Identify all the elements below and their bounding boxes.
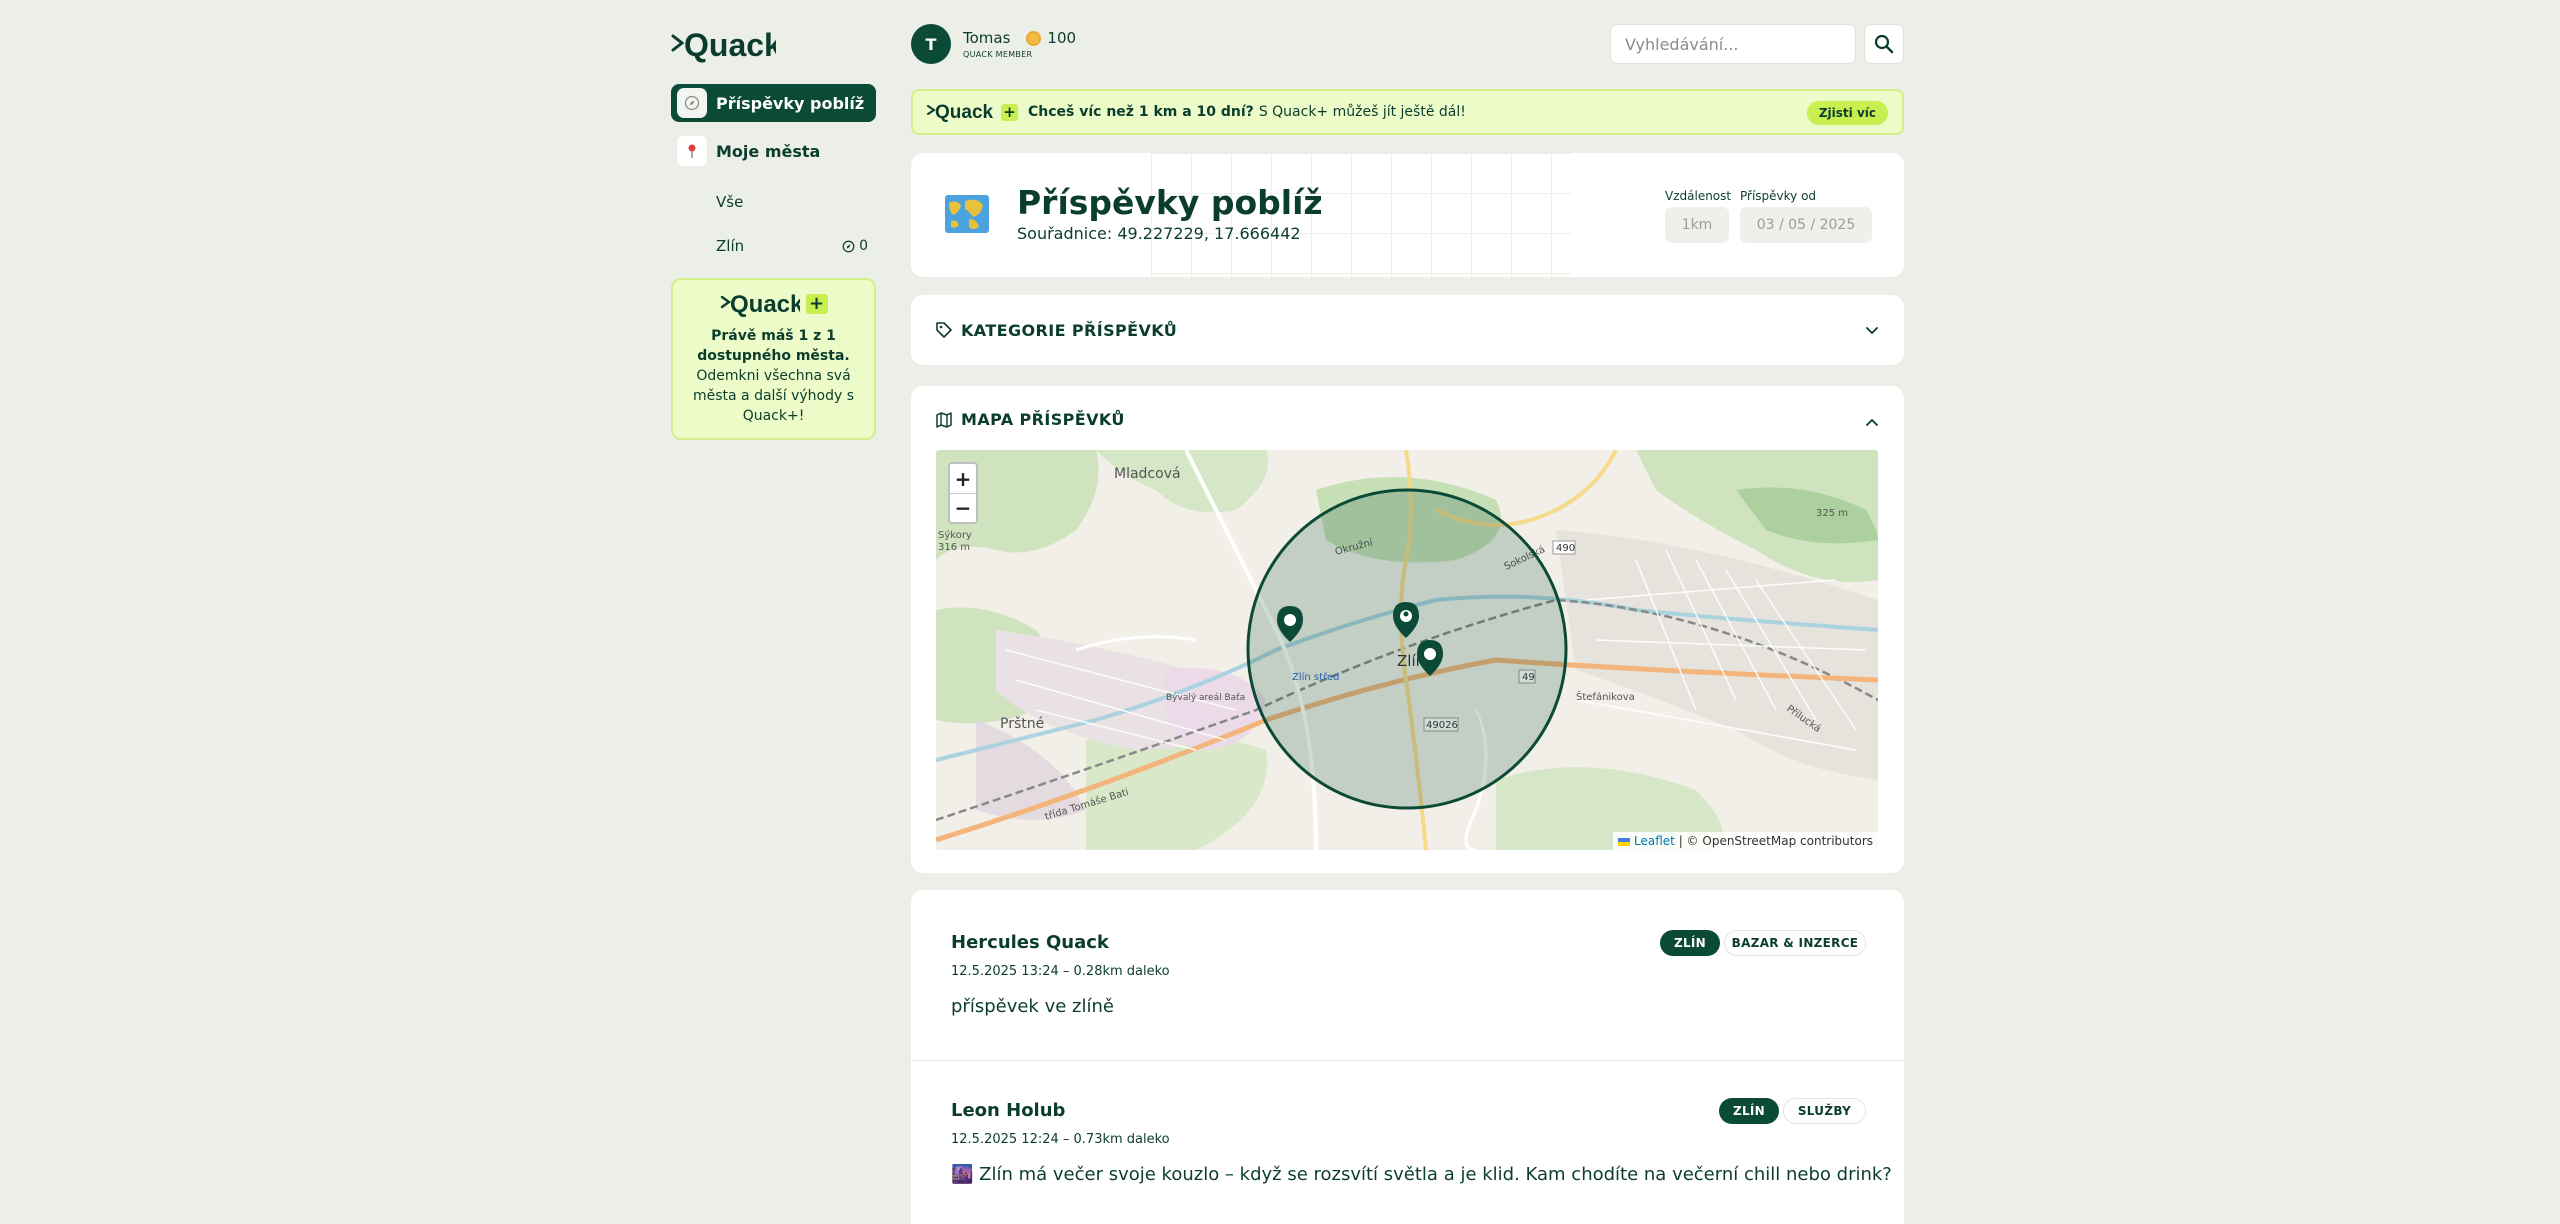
- world-map-icon: [945, 195, 989, 233]
- map-title: MAPA PŘÍSPĚVKŮ: [961, 410, 1125, 429]
- sidebar-subitem-label: Vše: [716, 193, 744, 211]
- map-icon: [936, 411, 952, 428]
- date-label: Příspěvky od: [1740, 189, 1817, 203]
- zoom-out-button[interactable]: −: [950, 493, 976, 522]
- user-profile[interactable]: T Tomas 100 QUACK MEMBER: [911, 24, 1076, 64]
- sidebar-nav: Příspěvky poblíž Moje města Vše Zlín 0: [671, 84, 876, 268]
- chevron-up-icon[interactable]: [1864, 415, 1880, 431]
- quack-logo-mark: Quack: [671, 27, 776, 63]
- compass-small-icon: [842, 240, 855, 252]
- city-tag[interactable]: ZLÍN: [1719, 1098, 1779, 1124]
- user-name: Tomas: [963, 29, 1011, 47]
- avatar[interactable]: T: [911, 24, 951, 64]
- categories-accordion[interactable]: KATEGORIE PŘÍSPĚVKŮ: [911, 295, 1904, 365]
- tag-icon: [936, 322, 952, 338]
- post-meta: 12.5.2025 13:24 – 0.28km daleko: [951, 964, 1170, 979]
- nearby-posts-header-card: Příspěvky poblíž Souřadnice: 49.227229, …: [911, 153, 1904, 277]
- pin-icon: [677, 136, 707, 166]
- post-meta: 12.5.2025 12:24 – 0.73km daleko: [951, 1132, 1170, 1147]
- coordinates: Souřadnice: 49.227229, 17.666442: [1017, 224, 1301, 243]
- plus-badge: +: [1001, 103, 1018, 121]
- posts-map-card: MAPA PŘÍSPĚVKŮ Mladcová Sýkory 316 m Prš…: [911, 386, 1904, 873]
- map-label-bata: Bývalý areál Baťa: [1166, 693, 1245, 703]
- quack-plus-banner: Quack + Chceš víc než 1 km a 10 dní? S Q…: [911, 89, 1904, 135]
- map-label-alt325: 325 m: [1816, 508, 1848, 519]
- promo-text: Odemkni všechna svá města a další výhody…: [692, 368, 854, 424]
- post-author[interactable]: Hercules Quack: [951, 932, 1109, 953]
- map-label-sykory: Sýkory: [938, 529, 972, 541]
- quack-logo[interactable]: Quack: [670, 26, 776, 66]
- ukraine-flag-icon: [1618, 837, 1631, 846]
- search-icon: [1874, 34, 1894, 54]
- map-label-stefanikova: Štefánikova: [1576, 690, 1635, 703]
- posts-map[interactable]: Mladcová Sýkory 316 m Prštné Bývalý areá…: [936, 450, 1878, 850]
- zoom-control: + −: [948, 462, 978, 524]
- post-item[interactable]: Leon Holub 12.5.2025 12:24 – 0.73km dale…: [911, 1060, 1904, 1224]
- post-text: příspěvek ve zlíně: [951, 996, 1114, 1017]
- post-author[interactable]: Leon Holub: [951, 1100, 1065, 1121]
- map-attribution: Leaflet | © OpenStreetMap contributors: [1613, 832, 1878, 850]
- category-tag[interactable]: SLUŽBY: [1783, 1098, 1866, 1124]
- map-label-mladcova: Mladcová: [1114, 466, 1181, 482]
- date-field[interactable]: 03 / 05 / 2025: [1740, 207, 1872, 243]
- post-count-value: 0: [859, 238, 868, 254]
- post-count: 0: [842, 238, 868, 254]
- quack-plus-logo: Quack +: [927, 101, 1018, 123]
- user-role: QUACK MEMBER: [963, 50, 1033, 59]
- sidebar-subitem-zlin[interactable]: Zlín 0: [671, 224, 876, 268]
- coin-icon: [1026, 30, 1042, 46]
- map-label-zlin-stred: Zlín střed: [1292, 671, 1339, 683]
- map-label-sykory-alt: 316 m: [938, 542, 970, 553]
- category-tag[interactable]: BAZAR & INZERCE: [1724, 930, 1866, 956]
- sidebar-item-label: Moje města: [716, 141, 821, 161]
- svg-text:Quack: Quack: [730, 291, 800, 318]
- categories-header: KATEGORIE PŘÍSPĚVKŮ: [935, 321, 1177, 340]
- sidebar-subitem-label: Zlín: [716, 237, 745, 255]
- learn-more-button[interactable]: Zjisti víc: [1806, 101, 1888, 125]
- promo-headline: Právě máš 1 z 1 dostupného města.: [697, 328, 850, 364]
- categories-title: KATEGORIE PŘÍSPĚVKŮ: [961, 320, 1178, 340]
- sidebar-subitem-all[interactable]: Vše: [671, 180, 876, 224]
- chevron-down-icon[interactable]: [1864, 322, 1880, 338]
- map-label-r490: 490: [1556, 543, 1575, 554]
- sidebar-item-label: Příspěvky poblíž: [716, 93, 865, 113]
- sidebar-item-nearby-posts[interactable]: Příspěvky poblíž: [671, 84, 876, 122]
- page-title: Příspěvky poblíž: [1017, 183, 1323, 222]
- distance-label: Vzdálenost: [1665, 189, 1732, 203]
- banner-headline: Chceš víc než 1 km a 10 dní?: [1028, 104, 1254, 120]
- search-button[interactable]: [1864, 24, 1904, 64]
- map-tiles: Mladcová Sýkory 316 m Prštné Bývalý areá…: [936, 450, 1878, 850]
- leaflet-link[interactable]: Leaflet: [1618, 834, 1679, 848]
- user-name-row: Tomas 100: [963, 29, 1076, 47]
- distance-field[interactable]: 1km: [1665, 207, 1729, 243]
- search-input[interactable]: [1610, 24, 1856, 64]
- radius-circle: [1246, 488, 1568, 810]
- plus-badge: +: [805, 294, 828, 314]
- post-item[interactable]: Hercules Quack 12.5.2025 13:24 – 0.28km …: [911, 890, 1904, 1060]
- map-label-prstne: Prštné: [1000, 716, 1044, 732]
- zoom-in-button[interactable]: +: [950, 464, 976, 493]
- city-tag[interactable]: ZLÍN: [1660, 930, 1720, 956]
- osm-attribution[interactable]: | © OpenStreetMap contributors: [1679, 834, 1873, 848]
- brand-name: Quack: [684, 27, 776, 63]
- posts-list: Hercules Quack 12.5.2025 13:24 – 0.28km …: [911, 890, 1904, 1224]
- banner-text: S Quack+ můžeš jít ještě dál!: [1258, 104, 1466, 120]
- quack-plus-promo: Quack + Právě máš 1 z 1 dostupného města…: [671, 278, 876, 440]
- map-header[interactable]: MAPA PŘÍSPĚVKŮ: [935, 410, 1125, 429]
- post-text: 🌆 Zlín má večer svoje kouzlo – když se r…: [951, 1164, 1892, 1185]
- coin-balance: 100: [1047, 29, 1077, 47]
- sidebar-item-my-cities[interactable]: Moje města: [671, 132, 876, 170]
- compass-icon: [677, 88, 707, 118]
- quack-plus-logo: Quack +: [685, 290, 862, 318]
- svg-text:Quack: Quack: [935, 102, 993, 123]
